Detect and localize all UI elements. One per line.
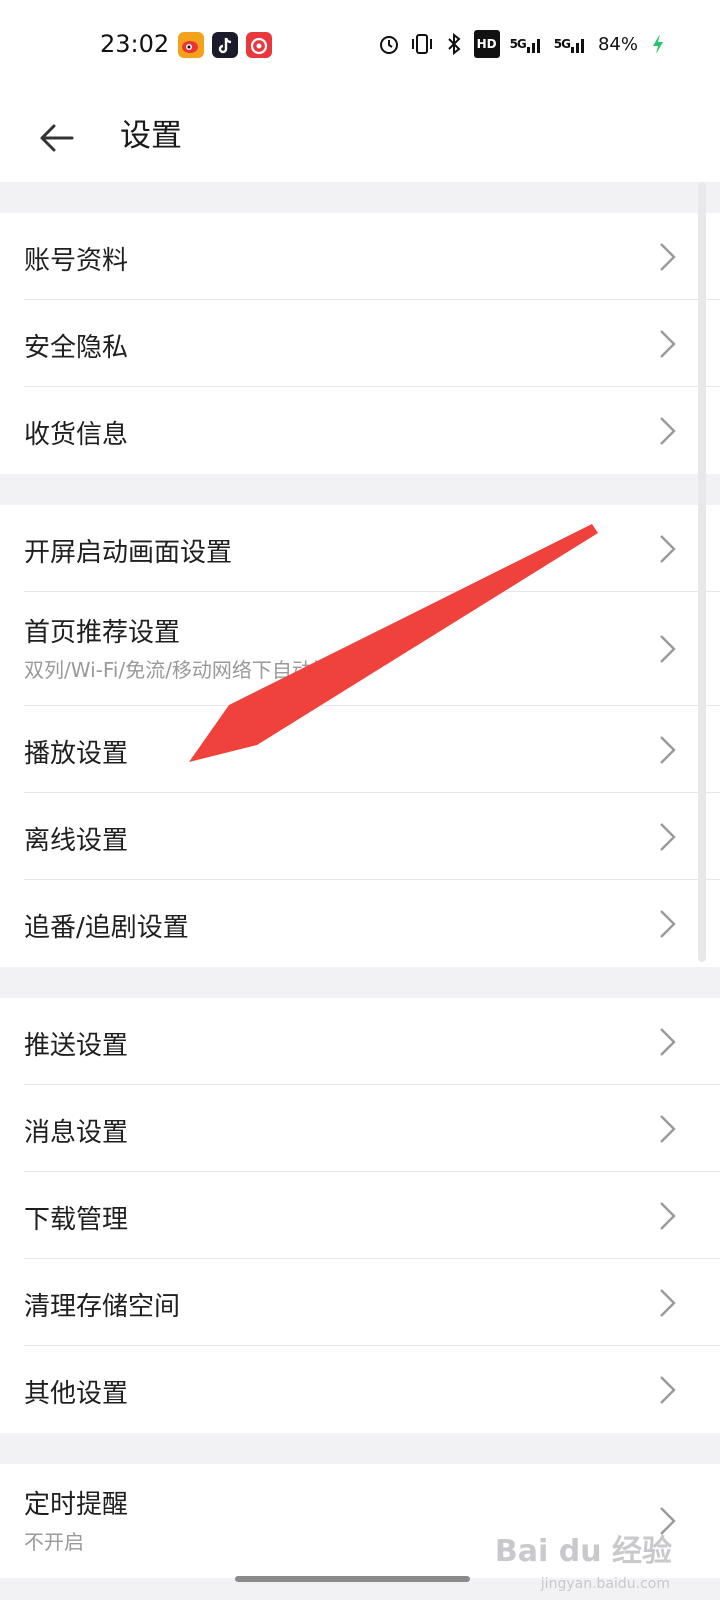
settings-group-playback: 开屏启动画面设置 首页推荐设置 双列/Wi-Fi/免流/移动网络下自动播放 播放… bbox=[0, 505, 720, 967]
app-bar: 设置 bbox=[0, 90, 720, 182]
row-label: 消息设置 bbox=[24, 1118, 129, 1148]
chevron-right-icon bbox=[660, 534, 676, 563]
watermark-url: jingyan.baidu.com bbox=[540, 1576, 670, 1592]
settings-row-playback[interactable]: 播放设置 bbox=[0, 706, 720, 793]
row-label: 定时提醒 bbox=[24, 1490, 129, 1520]
signal-icon: 5G bbox=[554, 32, 588, 56]
row-label: 首页推荐设置 bbox=[24, 618, 181, 648]
page-title: 设置 bbox=[120, 118, 182, 154]
settings-row-follow-series[interactable]: 追番/追剧设置 bbox=[0, 880, 720, 967]
chevron-right-icon bbox=[660, 909, 676, 938]
netease-music-icon bbox=[246, 32, 272, 58]
settings-row-other[interactable]: 其他设置 bbox=[0, 1346, 720, 1433]
row-label: 其他设置 bbox=[24, 1379, 129, 1409]
row-label: 追番/追剧设置 bbox=[24, 913, 189, 943]
chevron-right-icon bbox=[660, 1288, 676, 1317]
group-gap bbox=[0, 474, 720, 505]
bluetooth-icon bbox=[444, 32, 464, 56]
charging-icon bbox=[648, 32, 668, 56]
watermark: Bai du 经验 bbox=[494, 1534, 672, 1569]
scrollbar[interactable] bbox=[698, 182, 706, 962]
settings-group-general: 推送设置 消息设置 下载管理 清理存储空间 其他设置 bbox=[0, 998, 720, 1433]
status-indicators: HD 5G 5G 84% bbox=[378, 30, 668, 58]
settings-row-clear-storage[interactable]: 清理存储空间 bbox=[0, 1259, 720, 1346]
group-gap bbox=[0, 967, 720, 998]
row-label: 开屏启动画面设置 bbox=[24, 538, 233, 568]
signal-icon: 5G bbox=[510, 32, 544, 56]
settings-row-downloads[interactable]: 下载管理 bbox=[0, 1172, 720, 1259]
row-label: 播放设置 bbox=[24, 739, 129, 769]
row-label: 账号资料 bbox=[24, 246, 129, 276]
chevron-right-icon bbox=[660, 822, 676, 851]
row-label: 安全隐私 bbox=[24, 333, 129, 363]
settings-row-push[interactable]: 推送设置 bbox=[0, 998, 720, 1085]
row-subtitle: 双列/Wi-Fi/免流/移动网络下自动播放 bbox=[24, 658, 352, 682]
alarm-icon bbox=[378, 32, 400, 56]
signal-label: 5G bbox=[553, 37, 571, 51]
chevron-right-icon bbox=[660, 635, 676, 663]
vibrate-icon bbox=[410, 32, 434, 56]
settings-list: 账号资料 安全隐私 收货信息 开屏启动画面设置 首页推荐设置 双列/Wi-Fi/… bbox=[0, 182, 720, 1578]
chevron-right-icon bbox=[660, 416, 676, 445]
weibo-icon bbox=[178, 32, 204, 58]
row-label: 下载管理 bbox=[24, 1205, 129, 1235]
home-indicator[interactable] bbox=[235, 1576, 470, 1582]
back-arrow-icon bbox=[40, 124, 74, 152]
chevron-right-icon bbox=[660, 1375, 676, 1404]
settings-row-account-profile[interactable]: 账号资料 bbox=[0, 213, 720, 300]
chevron-right-icon bbox=[660, 242, 676, 271]
settings-row-shipping-info[interactable]: 收货信息 bbox=[0, 387, 720, 474]
group-gap bbox=[0, 182, 720, 213]
hd-badge: HD bbox=[473, 30, 500, 58]
status-bar: 23:02 HD 5G 5G 84% bbox=[0, 0, 720, 90]
settings-row-offline[interactable]: 离线设置 bbox=[0, 793, 720, 880]
tiktok-icon bbox=[212, 32, 238, 58]
battery-percent: 84% bbox=[597, 33, 638, 55]
settings-row-messages[interactable]: 消息设置 bbox=[0, 1085, 720, 1172]
settings-row-home-recommend[interactable]: 首页推荐设置 双列/Wi-Fi/免流/移动网络下自动播放 bbox=[0, 592, 720, 706]
row-label: 清理存储空间 bbox=[24, 1292, 181, 1322]
back-button[interactable] bbox=[30, 112, 82, 164]
chevron-right-icon bbox=[660, 1027, 676, 1056]
chevron-right-icon bbox=[660, 1201, 676, 1230]
row-label: 推送设置 bbox=[24, 1031, 129, 1061]
status-time: 23:02 bbox=[100, 30, 170, 58]
row-label: 离线设置 bbox=[24, 826, 129, 856]
settings-row-security-privacy[interactable]: 安全隐私 bbox=[0, 300, 720, 387]
chevron-right-icon bbox=[660, 735, 676, 764]
chevron-right-icon bbox=[660, 329, 676, 358]
settings-row-splash-screen[interactable]: 开屏启动画面设置 bbox=[0, 505, 720, 592]
settings-group-account: 账号资料 安全隐私 收货信息 bbox=[0, 213, 720, 474]
signal-label: 5G bbox=[509, 37, 527, 51]
row-label: 收货信息 bbox=[24, 420, 129, 450]
chevron-right-icon bbox=[660, 1114, 676, 1143]
group-gap bbox=[0, 1433, 720, 1464]
row-subtitle: 不开启 bbox=[24, 1530, 84, 1554]
